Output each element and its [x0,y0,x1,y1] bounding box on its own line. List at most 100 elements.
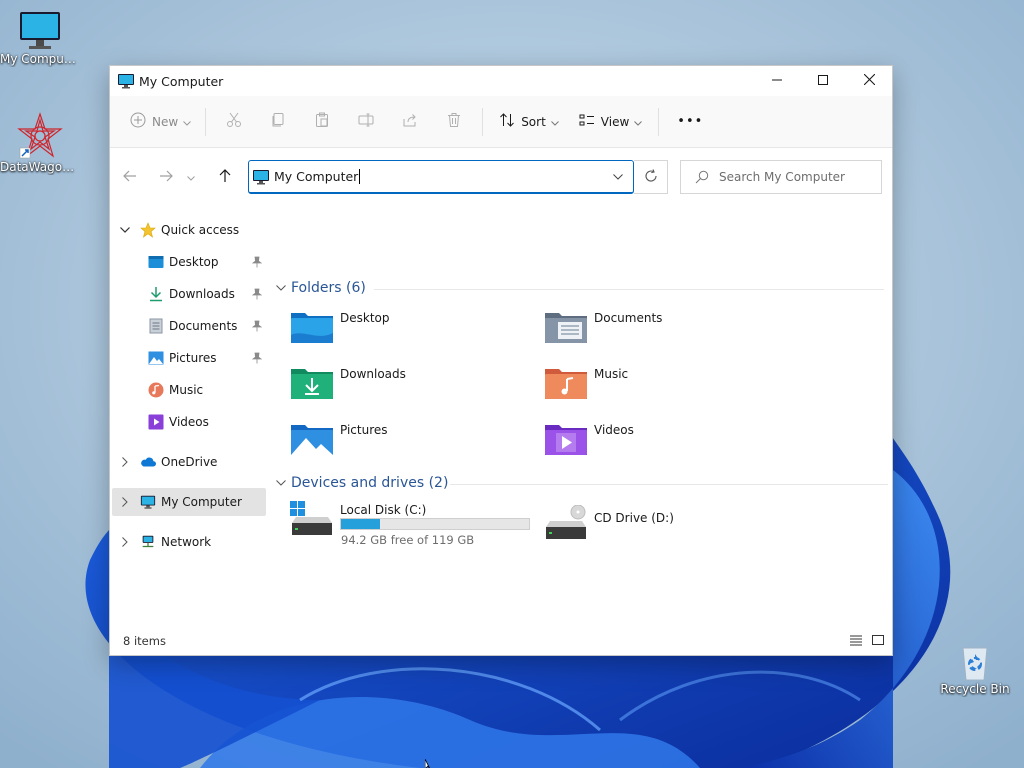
minimize-button[interactable] [754,66,800,96]
sidebar-item-label: Desktop [169,255,219,269]
sidebar-item-my-computer[interactable]: My Computer [112,488,266,516]
more-options-button[interactable]: ••• [665,106,715,138]
pin-icon[interactable] [252,352,262,364]
sidebar-item-documents[interactable]: Documents [112,312,266,340]
tile-label: Local Disk (C:) [340,503,427,517]
copy-icon [270,112,286,131]
tile-label: Downloads [340,367,406,381]
desktop-icon-datawagon[interactable]: DataWagon... [0,112,80,175]
section-title: Folders (6) [291,280,366,296]
pin-icon[interactable] [252,288,262,300]
title-bar[interactable]: My Computer [110,66,892,96]
sidebar-item-downloads[interactable]: Downloads [112,280,266,308]
tile-label: Desktop [340,311,390,325]
back-button[interactable] [116,163,144,191]
search-icon [695,170,709,184]
music-note-icon [148,382,164,398]
sort-arrows-icon [499,112,515,131]
pin-icon[interactable] [252,320,262,332]
cut-button[interactable] [212,106,256,138]
sidebar-item-label: Network [161,535,212,549]
close-icon [863,73,875,88]
chevron-down-icon [634,115,643,129]
chevron-down-icon[interactable] [613,174,623,180]
folder-desktop-icon [290,309,334,345]
details-view-button[interactable] [848,633,864,649]
mouse-pointer-icon [424,758,435,768]
close-button[interactable] [846,66,892,96]
item-count: 8 items [123,634,166,648]
sort-button-label: Sort [521,114,546,129]
view-toggle [848,633,886,649]
maximize-button[interactable] [800,66,846,96]
plus-circle-icon [130,112,146,131]
copy-button[interactable] [256,106,300,138]
more-icon: ••• [677,114,704,129]
hard-drive-windows-icon [290,501,334,537]
refresh-button[interactable] [634,160,668,194]
sidebar-item-network[interactable]: Network [112,528,266,556]
folder-downloads-icon [290,365,334,401]
folder-tile-videos[interactable]: Videos [544,421,634,457]
arrow-up-icon [219,168,231,186]
content-pane: Folders (6) Desktop Documents Downloads [270,205,892,627]
scissors-icon [226,112,242,131]
paste-button[interactable] [300,106,344,138]
large-icons-view-button[interactable] [870,633,886,649]
pin-icon[interactable] [252,256,262,268]
sidebar-item-desktop[interactable]: Desktop [112,248,266,276]
sidebar-item-label: Pictures [169,351,217,365]
chevron-right-icon[interactable] [120,537,130,547]
rename-button[interactable] [344,106,388,138]
share-button[interactable] [388,106,432,138]
refresh-icon [644,168,658,186]
navigation-bar: My Computer Search My Computer [110,149,892,205]
address-text: My Computer [274,169,359,184]
desktop-icon-recycle-bin[interactable]: Recycle Bin [935,642,1015,697]
arrow-left-icon [123,170,137,185]
tile-label: Documents [594,311,663,325]
chevron-right-icon[interactable] [120,497,130,507]
monitor-icon [18,10,62,52]
sort-button[interactable]: Sort [489,106,569,138]
chevron-down-icon [276,285,286,291]
chevron-down-icon[interactable] [120,227,130,233]
cloud-icon [140,454,156,470]
file-explorer-window: My Computer New Sort View ••• My Compute… [109,65,893,656]
new-button[interactable]: New [122,106,199,138]
sidebar-item-onedrive[interactable]: OneDrive [112,448,266,476]
drives-section-header[interactable]: Devices and drives (2) [276,475,448,491]
view-list-icon [579,112,595,131]
sidebar-item-videos[interactable]: Videos [112,408,266,436]
desktop-icon-label: Recycle Bin [940,682,1010,696]
sidebar-item-label: Videos [169,415,209,429]
desktop-icon-label: My Computer [0,52,80,66]
folder-tile-desktop[interactable]: Desktop [290,309,390,345]
address-bar[interactable]: My Computer [248,160,634,194]
folder-tile-documents[interactable]: Documents [544,309,662,345]
sidebar-item-label: Quick access [161,223,240,237]
folder-music-icon [544,365,588,401]
sidebar-item-quick-access[interactable]: Quick access [112,216,266,244]
search-input[interactable]: Search My Computer [680,160,882,194]
folder-tile-music[interactable]: Music [544,365,628,401]
folder-tile-downloads[interactable]: Downloads [290,365,406,401]
desktop-icon-my-computer[interactable]: My Computer [0,10,80,67]
folder-tile-pictures[interactable]: Pictures [290,421,388,457]
forward-button[interactable] [152,163,180,191]
view-button[interactable]: View [569,106,652,138]
sidebar-item-music[interactable]: Music [112,376,266,404]
network-icon [140,534,156,550]
up-button[interactable] [211,163,239,191]
desktop-icon [148,254,164,270]
recent-locations-button[interactable] [183,163,199,191]
delete-button[interactable] [432,106,476,138]
folders-section-header[interactable]: Folders (6) [276,280,366,296]
chevron-down-icon [187,170,195,184]
sidebar-item-pictures[interactable]: Pictures [112,344,266,372]
drive-tile-cd-drive-d[interactable]: CD Drive (D:) [544,504,674,541]
new-button-label: New [152,114,179,129]
details-view-icon [849,634,863,649]
monitor-icon [140,494,156,510]
chevron-right-icon[interactable] [120,457,130,467]
